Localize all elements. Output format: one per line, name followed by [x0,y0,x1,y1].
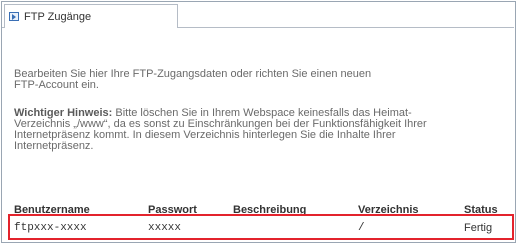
intro-line-2: FTP-Account ein. [14,79,99,91]
cell-directory: / [358,222,365,234]
column-header-directory[interactable]: Verzeichnis [358,204,419,216]
notice-line-4: Internetpräsenz. [14,140,94,152]
ftp-accounts-table: Benutzername Passwort Beschreibung Verze… [14,204,508,236]
column-header-description[interactable]: Beschreibung [233,204,306,216]
table-row[interactable]: ftpxxx-xxxx xxxxx / Fertig [14,222,508,236]
tab-label: FTP Zugänge [24,10,92,23]
panel-content: Bearbeiten Sie hier Ihre FTP-Zugangsdate… [14,69,504,152]
cell-username: ftpxxx-xxxx [14,222,87,234]
table-header-row: Benutzername Passwort Beschreibung Verze… [14,204,508,218]
column-header-status[interactable]: Status [464,204,498,216]
intro-text: Bearbeiten Sie hier Ihre FTP-Zugangsdate… [14,69,504,91]
column-header-username[interactable]: Benutzername [14,204,90,216]
tab-divider-right [178,27,514,28]
important-notice: Wichtiger Hinweis: Bitte löschen Sie in … [14,108,504,152]
cell-status: Fertig [464,222,493,234]
page-arrow-icon [9,12,19,21]
column-header-password[interactable]: Passwort [148,204,197,216]
tab-divider-left [2,27,4,28]
tab-ftp-zugaenge[interactable]: FTP Zugänge [4,4,178,28]
cell-password: xxxxx [148,222,182,234]
